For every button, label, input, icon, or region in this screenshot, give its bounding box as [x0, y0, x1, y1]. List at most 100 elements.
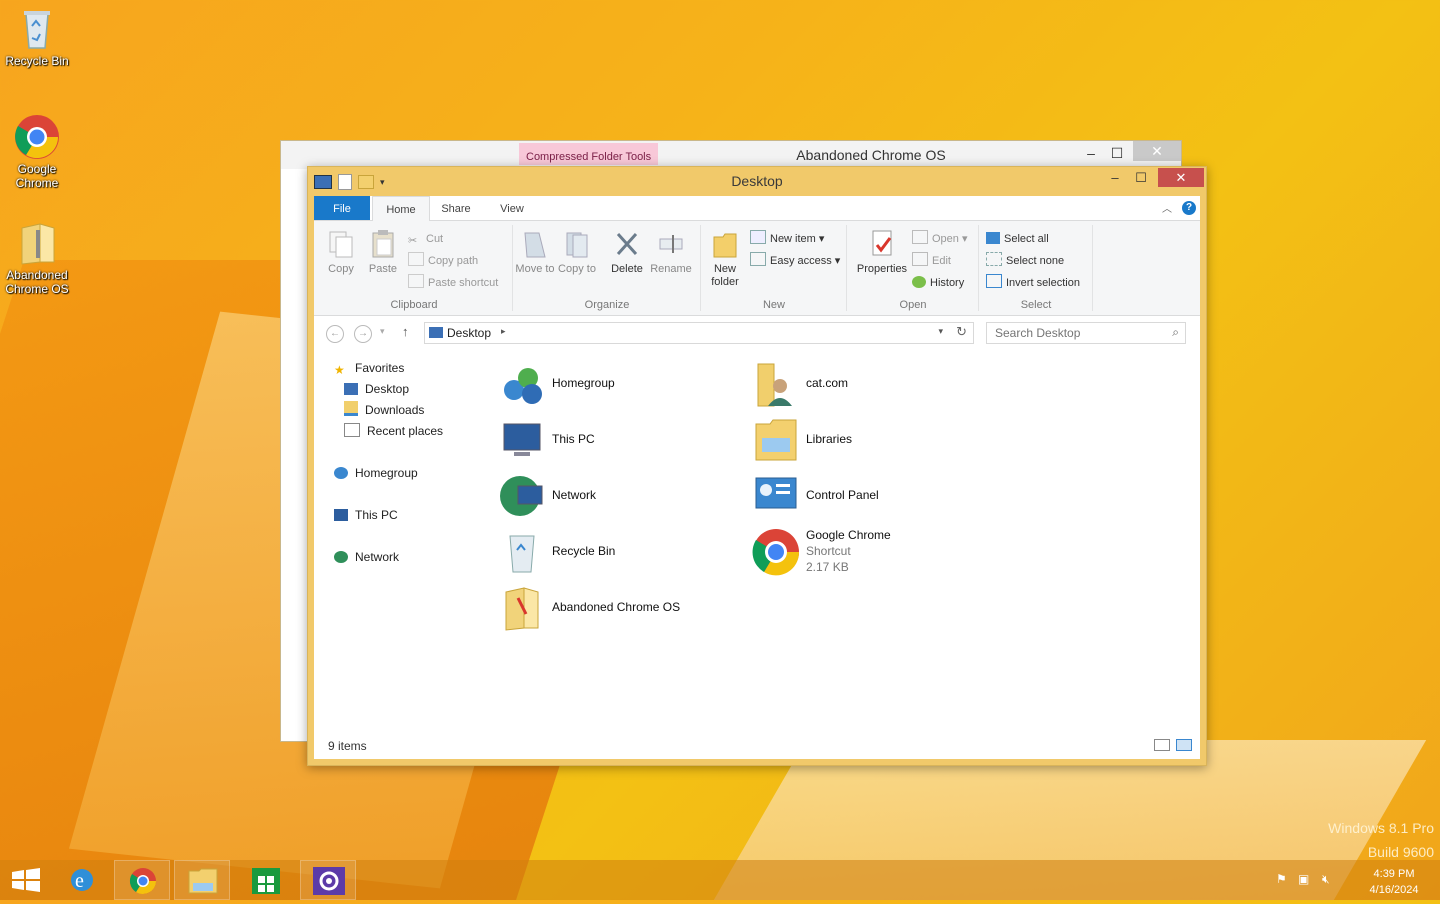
- chevron-down-icon[interactable]: ▾: [938, 326, 943, 337]
- up-button[interactable]: ↑: [402, 324, 409, 339]
- minimize-button[interactable]: –: [1081, 145, 1101, 161]
- cut-button[interactable]: ✂ Cut: [408, 229, 443, 249]
- clock-time: 4:39 PM: [1373, 868, 1415, 880]
- file-item-google-chrome[interactable]: Google Chrome Shortcut 2.17 KB: [748, 526, 988, 578]
- file-item-recycle-bin[interactable]: Recycle Bin: [494, 526, 734, 578]
- address-field[interactable]: Desktop ▸ ▾ ↻: [424, 322, 974, 344]
- clock[interactable]: 4:39 PM 4/16/2024: [1364, 866, 1424, 898]
- volume-muted-icon[interactable]: 🔇︎: [1322, 872, 1330, 887]
- rename-button[interactable]: Rename: [650, 229, 692, 276]
- paste-button[interactable]: Paste: [362, 229, 404, 276]
- status-bar: 9 items: [314, 731, 1200, 759]
- close-button[interactable]: ✕: [1133, 141, 1181, 161]
- move-to-label: Move to: [515, 263, 555, 275]
- new-item-button[interactable]: New item ▾: [750, 229, 824, 249]
- select-all-button[interactable]: Select all: [986, 229, 1049, 249]
- file-item-homegroup[interactable]: Homegroup: [494, 358, 734, 410]
- help-icon[interactable]: ?: [1182, 201, 1196, 215]
- group-label: New: [762, 299, 785, 311]
- nav-label: Homegroup: [355, 466, 418, 480]
- nav-favorites[interactable]: ★ Favorites: [334, 358, 404, 378]
- title-bar[interactable]: Compressed Folder Tools Abandoned Chrome…: [281, 141, 1181, 169]
- edit-button[interactable]: Edit: [912, 251, 951, 271]
- network-status-icon[interactable]: ▣: [1298, 872, 1309, 886]
- file-item-cat-com[interactable]: cat.com: [748, 358, 988, 410]
- copy-path-button[interactable]: Copy path: [408, 251, 478, 271]
- desktop-icon-abandoned-chrome-os[interactable]: Abandoned Chrome OS: [0, 220, 74, 296]
- refresh-icon[interactable]: ↻: [956, 324, 967, 340]
- this-pc-icon: [334, 509, 348, 521]
- file-list: Homegroup This PC Network Recycle Bin Ab…: [486, 352, 1200, 729]
- nav-network[interactable]: Network: [334, 547, 399, 567]
- nav-recent-places[interactable]: Recent places: [344, 421, 443, 441]
- nav-desktop[interactable]: Desktop: [344, 379, 409, 399]
- file-item-network[interactable]: Network: [494, 470, 734, 522]
- action-center-flag-icon[interactable]: ⚑: [1276, 872, 1287, 886]
- forward-button[interactable]: →: [354, 325, 372, 343]
- copy-to-button[interactable]: Copy to: [556, 229, 598, 276]
- easy-access-button[interactable]: Easy access ▾: [750, 251, 840, 271]
- minimize-button[interactable]: –: [1102, 169, 1128, 187]
- system-tray: ⚑ ▣ 🔇︎ 4:39 PM 4/16/2024: [1270, 860, 1440, 900]
- close-button[interactable]: ✕: [1158, 168, 1204, 187]
- maximize-button[interactable]: ☐: [1107, 145, 1127, 162]
- this-pc-icon: [498, 416, 546, 464]
- file-size: 2.17 KB: [806, 560, 849, 574]
- cut-label: Cut: [426, 233, 444, 245]
- new-folder-button[interactable]: New folder: [704, 229, 746, 289]
- file-name: Libraries: [806, 432, 853, 446]
- edit-label: Edit: [932, 255, 951, 267]
- nav-downloads[interactable]: Downloads: [344, 400, 424, 420]
- maximize-button[interactable]: ☐: [1128, 169, 1154, 187]
- file-item-libraries[interactable]: Libraries: [748, 414, 988, 466]
- move-to-button[interactable]: Move to: [514, 229, 556, 276]
- nav-homegroup[interactable]: Homegroup: [334, 463, 418, 483]
- search-field[interactable]: ⌕: [986, 322, 1186, 344]
- search-icon[interactable]: ⌕: [1172, 325, 1179, 340]
- collapse-ribbon-icon[interactable]: ︿: [1162, 200, 1172, 215]
- copy-button[interactable]: Copy: [320, 229, 362, 276]
- invert-selection-button[interactable]: Invert selection: [986, 273, 1080, 293]
- start-button[interactable]: [0, 860, 56, 900]
- taskbar-settings[interactable]: [300, 860, 356, 900]
- file-item-control-panel[interactable]: Control Panel: [748, 470, 988, 522]
- taskbar-internet-explorer[interactable]: e: [54, 860, 110, 900]
- back-button[interactable]: ←: [326, 325, 344, 343]
- group-label: Organize: [584, 299, 630, 311]
- file-item-this-pc[interactable]: This PC: [494, 414, 734, 466]
- zip-folder-icon: [498, 584, 546, 632]
- nav-this-pc[interactable]: This PC: [334, 505, 398, 525]
- desktop-icon-chrome[interactable]: Google Chrome: [0, 114, 74, 190]
- breadcrumb[interactable]: Desktop: [447, 326, 491, 340]
- paste-shortcut-button[interactable]: Paste shortcut: [408, 273, 498, 293]
- tab-view[interactable]: View: [490, 196, 534, 220]
- search-input[interactable]: [993, 323, 1157, 343]
- user-folder-icon: [752, 360, 800, 408]
- history-button[interactable]: History: [912, 273, 964, 293]
- explorer-window[interactable]: ▾ Desktop – ☐ ✕ File Home Share View ︿ ?…: [307, 166, 1207, 766]
- tab-home[interactable]: Home: [372, 196, 430, 222]
- rename-icon: [657, 229, 685, 259]
- recent-locations-icon[interactable]: ▾: [380, 326, 385, 337]
- properties-label: Properties: [856, 263, 908, 275]
- file-item-abandoned-chrome-os[interactable]: Abandoned Chrome OS: [494, 582, 734, 634]
- open-button[interactable]: Open ▾: [912, 229, 968, 249]
- file-name: Google Chrome: [806, 528, 891, 542]
- delete-button[interactable]: Delete: [606, 229, 648, 276]
- title-bar[interactable]: ▾ Desktop – ☐ ✕: [308, 167, 1206, 195]
- paste-shortcut-label: Paste shortcut: [428, 277, 499, 289]
- large-icons-view-icon[interactable]: [1176, 739, 1192, 751]
- file-type: Shortcut: [806, 544, 851, 558]
- delete-label: Delete: [611, 263, 643, 275]
- taskbar-file-explorer[interactable]: [174, 860, 230, 900]
- desktop-icon-recycle-bin[interactable]: Recycle Bin: [0, 6, 74, 68]
- properties-button[interactable]: Properties: [852, 229, 912, 276]
- chevron-right-icon[interactable]: ▸: [501, 326, 506, 337]
- select-none-button[interactable]: Select none: [986, 251, 1064, 271]
- taskbar-chrome[interactable]: [114, 860, 170, 900]
- details-view-icon[interactable]: [1154, 739, 1170, 751]
- tab-file[interactable]: File: [314, 196, 370, 220]
- history-icon: [912, 276, 926, 288]
- taskbar-store[interactable]: [238, 860, 294, 900]
- tab-share[interactable]: Share: [434, 196, 478, 220]
